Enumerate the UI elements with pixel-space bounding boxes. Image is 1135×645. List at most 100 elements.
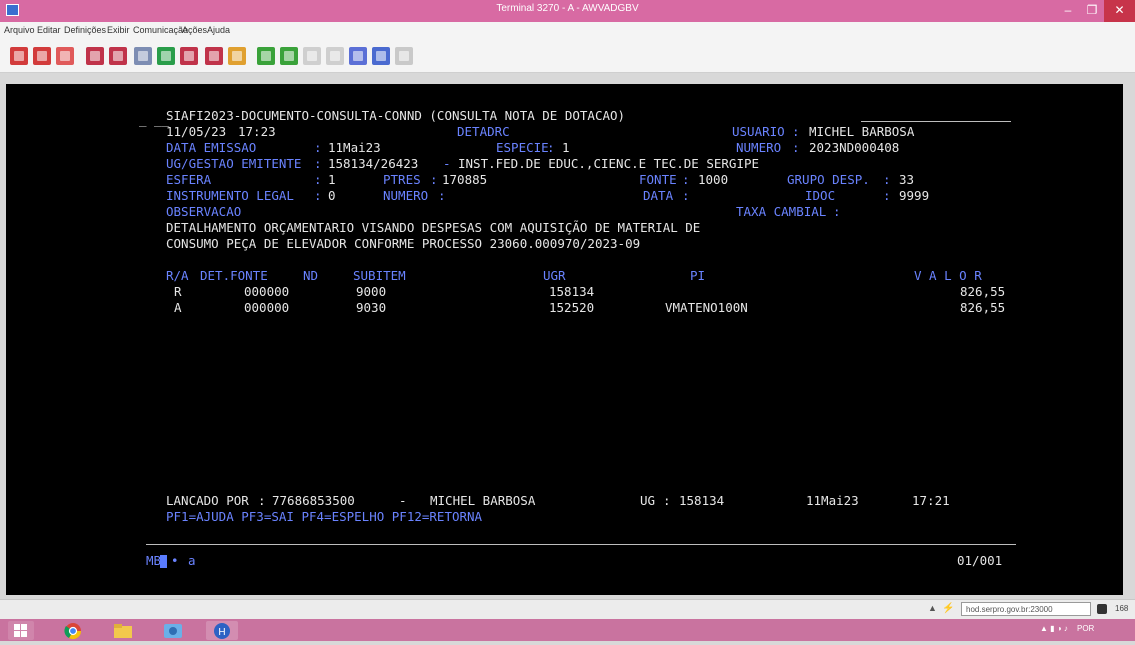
status-bar: ▲ ⚡ hod.serpro.gov.br:23000 168 <box>0 599 1135 619</box>
receive-icon[interactable] <box>109 47 127 65</box>
title-bar: Terminal 3270 - A - AWVADGBV – ❐ ✕ <box>0 0 1135 22</box>
refresh-icon[interactable] <box>395 47 413 65</box>
close-button[interactable]: ✕ <box>1104 0 1135 22</box>
menu-arquivo[interactable]: Arquivo <box>4 25 35 35</box>
svg-text:H: H <box>218 627 225 638</box>
keyboard-icon[interactable] <box>205 47 223 65</box>
row-2-ugr: 152520 <box>549 300 595 315</box>
data-emissao-value: 11Mai23 <box>328 140 381 155</box>
col-ugr-header: UGR <box>543 268 566 283</box>
green-doc-icon[interactable] <box>157 47 175 65</box>
instrumento-label: INSTRUMENTO LEGAL <box>166 188 294 203</box>
transfer2-icon[interactable] <box>280 47 298 65</box>
numero-value: 2023ND000408 <box>809 140 900 155</box>
col-nd-header: ND <box>303 268 319 283</box>
row-1-det-fonte: 000000 <box>244 284 290 299</box>
esfera-label: ESFERA <box>166 172 212 187</box>
field-cursor-mark: _ __ <box>139 112 170 127</box>
color-icon[interactable] <box>228 47 246 65</box>
row-1-nd: 9000 <box>356 284 387 299</box>
disabled-icon <box>303 47 321 65</box>
tray-icons[interactable]: ▲ ▮ ◑ ♪ <box>1040 624 1068 633</box>
menu-ajuda[interactable]: Ajuda <box>207 25 230 35</box>
especie-value: 1 <box>562 140 570 155</box>
time: 17:23 <box>238 124 276 139</box>
usuario-value: MICHEL BARBOSA <box>809 124 915 139</box>
command-separator <box>146 544 1016 545</box>
lanc-time: 17:21 <box>912 493 950 508</box>
lancado-por-label: LANCADO POR <box>166 493 249 508</box>
upload-icon[interactable] <box>372 47 390 65</box>
paste-icon[interactable] <box>33 47 51 65</box>
menu-acoes[interactable]: Ações <box>182 25 207 35</box>
menu-editar[interactable]: Editar <box>37 25 61 35</box>
session-number: 168 <box>1115 604 1129 613</box>
lock-icon <box>1097 604 1107 614</box>
usuario-label: USUARIO <box>732 124 785 139</box>
row-1-ugr: 158134 <box>549 284 595 299</box>
window-title: Terminal 3270 - A - AWVADGBV <box>496 3 639 14</box>
screen-code: DETADRC <box>457 124 510 139</box>
copy-icon[interactable] <box>10 47 28 65</box>
data2-label: DATA <box>643 188 674 203</box>
numero2-label: NUMERO <box>383 188 429 203</box>
col-valor-header: V A L O R <box>914 268 982 283</box>
ug-lanc-value: 158134 <box>679 493 725 508</box>
macro-icon[interactable] <box>180 47 198 65</box>
send-icon[interactable] <box>86 47 104 65</box>
row-2-det-fonte: 000000 <box>244 300 290 315</box>
col-pi-header: PI <box>690 268 706 283</box>
esfera-value: 1 <box>328 172 336 187</box>
print-icon[interactable] <box>56 47 74 65</box>
taxa-cambial-label: TAXA CAMBIAL <box>736 204 827 219</box>
observacao-line-2: CONSUMO PEÇA DE ELEVADOR CONFORME PROCES… <box>166 236 641 251</box>
row-2-valor: 826,55 <box>960 300 1006 315</box>
menu-bar: Arquivo Editar Definições Exibir Comunic… <box>0 22 1135 40</box>
date: 11/05/23 <box>166 124 227 139</box>
ug-nome-value: INST.FED.DE EDUC.,CIENC.E TEC.DE SERGIPE <box>458 156 760 171</box>
doc-icon[interactable] <box>134 47 152 65</box>
disabled2-icon <box>326 47 344 65</box>
file-explorer-icon[interactable] <box>108 621 138 640</box>
menu-comunicacao[interactable]: Comunicação <box>133 25 188 35</box>
windows-start-icon[interactable] <box>8 621 34 640</box>
lancado-por-cpf: 77686853500 <box>272 493 355 508</box>
command-input[interactable]: a <box>188 554 196 568</box>
minimize-button[interactable]: – <box>1056 0 1080 22</box>
connection-icon: ⚡ <box>942 603 955 614</box>
edit-icon[interactable] <box>349 47 367 65</box>
observacao-line-1: DETALHAMENTO ORÇAMENTARIO VISANDO DESPES… <box>166 220 701 235</box>
transfer-icon[interactable] <box>257 47 275 65</box>
lanc-date: 11Mai23 <box>806 493 859 508</box>
toolbar <box>0 40 1135 73</box>
numero-label: NUMERO <box>736 140 782 155</box>
status-arrow-icon[interactable]: ▲ <box>928 603 937 613</box>
col-ra-header: R/A <box>166 268 189 283</box>
especie-label: ESPECIE <box>496 140 549 155</box>
hod-app-icon[interactable]: H <box>206 621 238 640</box>
col-subitem-header: SUBITEM <box>353 268 406 283</box>
title-underline <box>861 121 1011 122</box>
screen-title: SIAFI2023-DOCUMENTO-CONSULTA-CONND (CONS… <box>166 108 626 123</box>
host-address: hod.serpro.gov.br:23000 <box>961 602 1091 616</box>
row-2-ra: A <box>174 300 182 315</box>
row-2-nd: 9030 <box>356 300 387 315</box>
grupo-desp-value: 33 <box>899 172 915 187</box>
row-1-ra: R <box>174 284 182 299</box>
menu-definicoes[interactable]: Definições <box>64 25 106 35</box>
idoc-value: 9999 <box>899 188 930 203</box>
maximize-button[interactable]: ❐ <box>1080 0 1104 22</box>
ug-gestao-label: UG/GESTAO EMITENTE <box>166 156 302 171</box>
row-2-pi: VMATENO100N <box>665 300 748 315</box>
media-icon[interactable] <box>158 621 188 640</box>
col-det-fonte-header: DET.FONTE <box>200 268 268 283</box>
ug-lanc-label: UG <box>640 493 656 508</box>
pf-keys-legend: PF1=AJUDA PF3=SAI PF4=ESPELHO PF12=RETOR… <box>166 509 483 524</box>
grupo-desp-label: GRUPO DESP. <box>787 172 870 187</box>
chrome-icon[interactable] <box>58 621 88 640</box>
language-indicator[interactable]: POR <box>1077 624 1094 633</box>
fonte-value: 1000 <box>698 172 729 187</box>
menu-exibir[interactable]: Exibir <box>107 25 130 35</box>
terminal-screen[interactable]: _ __ SIAFI2023-DOCUMENTO-CONSULTA-CONND … <box>6 84 1123 595</box>
command-prefix: MB <box>146 553 162 568</box>
